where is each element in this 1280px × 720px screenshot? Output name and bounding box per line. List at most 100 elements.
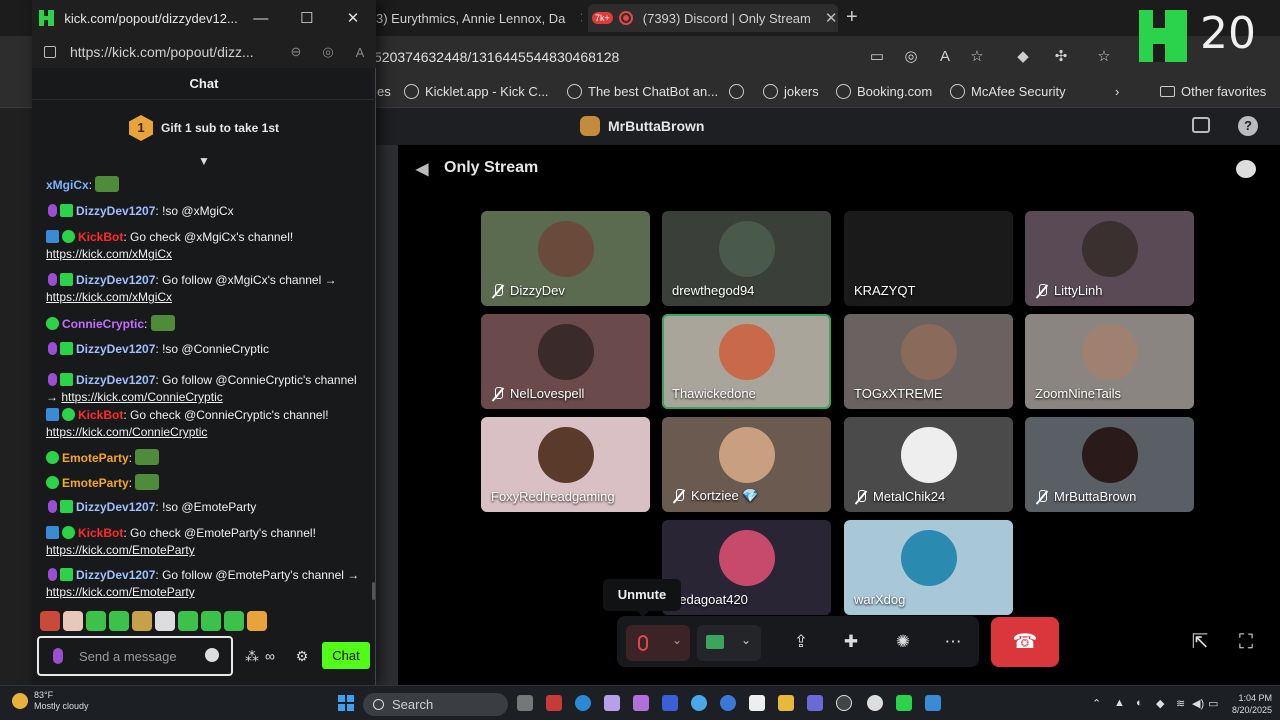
close-icon[interactable]: ✕ (579, 9, 582, 27)
chevron-right-icon[interactable]: › (1115, 84, 1119, 99)
disconnect-button[interactable]: ☎ (991, 617, 1059, 667)
minimize-icon[interactable]: — (238, 10, 284, 27)
battery-icon[interactable]: ▭ (1208, 697, 1218, 710)
participant-tile[interactable]: drewthegod94 (662, 211, 831, 306)
collapse-arrow-icon[interactable]: ▼ (197, 154, 211, 168)
wifi-icon[interactable]: ≋ (1176, 697, 1185, 710)
emote-icon[interactable] (132, 611, 152, 631)
tracking-icon[interactable]: ◎ (312, 44, 344, 60)
bookmark-globe[interactable] (729, 84, 750, 99)
chat-username[interactable]: KickBot (78, 408, 123, 422)
reader-icon[interactable]: ▭ (868, 48, 886, 66)
help-icon[interactable]: ? (1238, 116, 1258, 136)
favorites-icon[interactable]: ☆ (1095, 48, 1113, 66)
chat-input[interactable] (79, 646, 199, 666)
chat-username[interactable]: DizzyDev1207 (76, 342, 155, 356)
favorite-star-icon[interactable]: ☆ (968, 48, 986, 66)
mute-button[interactable]: ⌄ (626, 625, 690, 661)
chat-link[interactable]: https://kick.com/EmoteParty (46, 585, 195, 599)
app-icon[interactable] (633, 695, 649, 711)
read-aloud-icon[interactable]: A (344, 45, 376, 60)
close-icon[interactable]: ✕ (825, 9, 838, 27)
popout-icon[interactable]: ⇱ (1188, 630, 1212, 654)
emote-icon[interactable] (201, 611, 221, 631)
url-text[interactable]: 520374632448/1316445544830468128 (374, 49, 619, 65)
chat-bubble-icon[interactable] (1236, 160, 1256, 178)
chat-username[interactable]: DizzyDev1207 (76, 204, 155, 218)
emote-icon[interactable] (86, 611, 106, 631)
participant-tile[interactable]: Kortziee 💎 (662, 417, 831, 512)
chat-username[interactable]: DizzyDev1207 (76, 373, 155, 387)
extension-icon[interactable]: ◆ (1014, 48, 1032, 66)
app-icon[interactable] (836, 695, 852, 711)
chat-username[interactable]: DizzyDev1207 (76, 500, 155, 514)
app-icon[interactable] (867, 695, 883, 711)
chevron-down-icon[interactable]: ⌄ (672, 633, 682, 647)
edge-icon[interactable] (575, 695, 591, 711)
chat-username[interactable]: EmoteParty (62, 476, 129, 490)
participant-tile[interactable]: warXdog (844, 520, 1013, 615)
chat-scrollbar[interactable] (372, 582, 375, 600)
popout-url[interactable]: https://kick.com/popout/dizz... (70, 44, 280, 60)
emote-icon[interactable] (40, 611, 60, 631)
emote-icon[interactable] (155, 611, 175, 631)
soundboard-icon[interactable]: ✺ (890, 630, 916, 654)
bookmark-item[interactable]: es (377, 84, 391, 99)
chat-link[interactable]: https://kick.com/ConnieCryptic (61, 390, 222, 404)
app-icon[interactable] (896, 695, 912, 711)
participant-tile[interactable]: NelLovespell (481, 314, 650, 409)
infinity-icon[interactable]: ∞ (260, 647, 280, 665)
chat-username[interactable]: KickBot (78, 526, 123, 540)
chat-username[interactable]: ConnieCryptic (62, 317, 144, 331)
app-icon[interactable] (925, 695, 941, 711)
chat-username[interactable]: DizzyDev1207 (76, 273, 155, 287)
chat-link[interactable]: https://kick.com/ConnieCryptic (46, 425, 207, 439)
app-icon[interactable] (807, 695, 823, 711)
puzzle-icon[interactable]: ✣ (1052, 48, 1070, 66)
participant-tile[interactable]: TOGxXTREME (844, 314, 1013, 409)
bookmark-booking[interactable]: Booking.com (836, 84, 932, 99)
bookmark-chatbot[interactable]: The best ChatBot an... (567, 84, 718, 99)
chat-link[interactable]: https://kick.com/EmoteParty (46, 543, 195, 557)
camera-button[interactable]: ⌄ (697, 625, 761, 661)
close-icon[interactable]: ✕ (330, 9, 376, 27)
chat-link[interactable]: https://kick.com/xMgiCx (46, 290, 172, 304)
participant-tile[interactable]: ZoomNineTails (1025, 314, 1194, 409)
chat-link[interactable]: https://kick.com/xMgiCx (46, 247, 172, 261)
emote-icon[interactable] (109, 611, 129, 631)
chat-username[interactable]: DizzyDev1207 (76, 568, 155, 582)
participant-tile[interactable]: Thawickedone (662, 314, 831, 409)
zoom-app-icon[interactable] (720, 695, 736, 711)
app-icon[interactable] (604, 695, 620, 711)
tab-discord[interactable]: 7k+ (7393) Discord | Only Stream ✕ (588, 4, 838, 32)
tray-app-icon[interactable]: ▲ (1114, 697, 1125, 709)
chat-username[interactable]: xMgiCx (46, 178, 89, 192)
settings-gear-icon[interactable]: ⚙ (292, 647, 312, 665)
send-chat-button[interactable]: Chat (322, 642, 370, 669)
activities-icon[interactable]: ✚ (838, 630, 864, 654)
other-favorites[interactable]: Other favorites (1160, 84, 1266, 99)
emote-icon[interactable] (178, 611, 198, 631)
emoji-icon[interactable] (205, 648, 219, 662)
app-icon[interactable] (749, 695, 765, 711)
bookmark-jokers[interactable]: jokers (763, 84, 819, 99)
inbox-icon[interactable] (1192, 117, 1210, 133)
gift-leaderboard[interactable]: 1 Gift 1 sub to take 1st (32, 110, 376, 146)
participant-tile[interactable]: aedagoat420 (662, 520, 831, 615)
more-options-icon[interactable]: ⋯ (940, 630, 966, 654)
emote-icon[interactable] (224, 611, 244, 631)
chat-username[interactable]: KickBot (78, 230, 123, 244)
fullscreen-icon[interactable]: ⛶ (1234, 630, 1258, 654)
participant-tile[interactable]: FoxyRedheadgaming (481, 417, 650, 512)
tray-chevron-icon[interactable]: ⌃ (1092, 697, 1101, 710)
app-icon[interactable] (691, 695, 707, 711)
taskbar-search[interactable]: Search (363, 693, 508, 716)
clock[interactable]: 1:04 PM 8/20/2025 (1222, 692, 1272, 716)
app-icon[interactable] (546, 695, 562, 711)
chevron-down-icon[interactable]: ⌄ (741, 633, 751, 647)
chat-username[interactable]: EmoteParty (62, 451, 129, 465)
new-tab-button[interactable]: + (846, 6, 858, 29)
emote-icon[interactable] (63, 611, 83, 631)
participant-tile[interactable]: MetalChik24 (844, 417, 1013, 512)
start-button[interactable] (338, 695, 354, 711)
